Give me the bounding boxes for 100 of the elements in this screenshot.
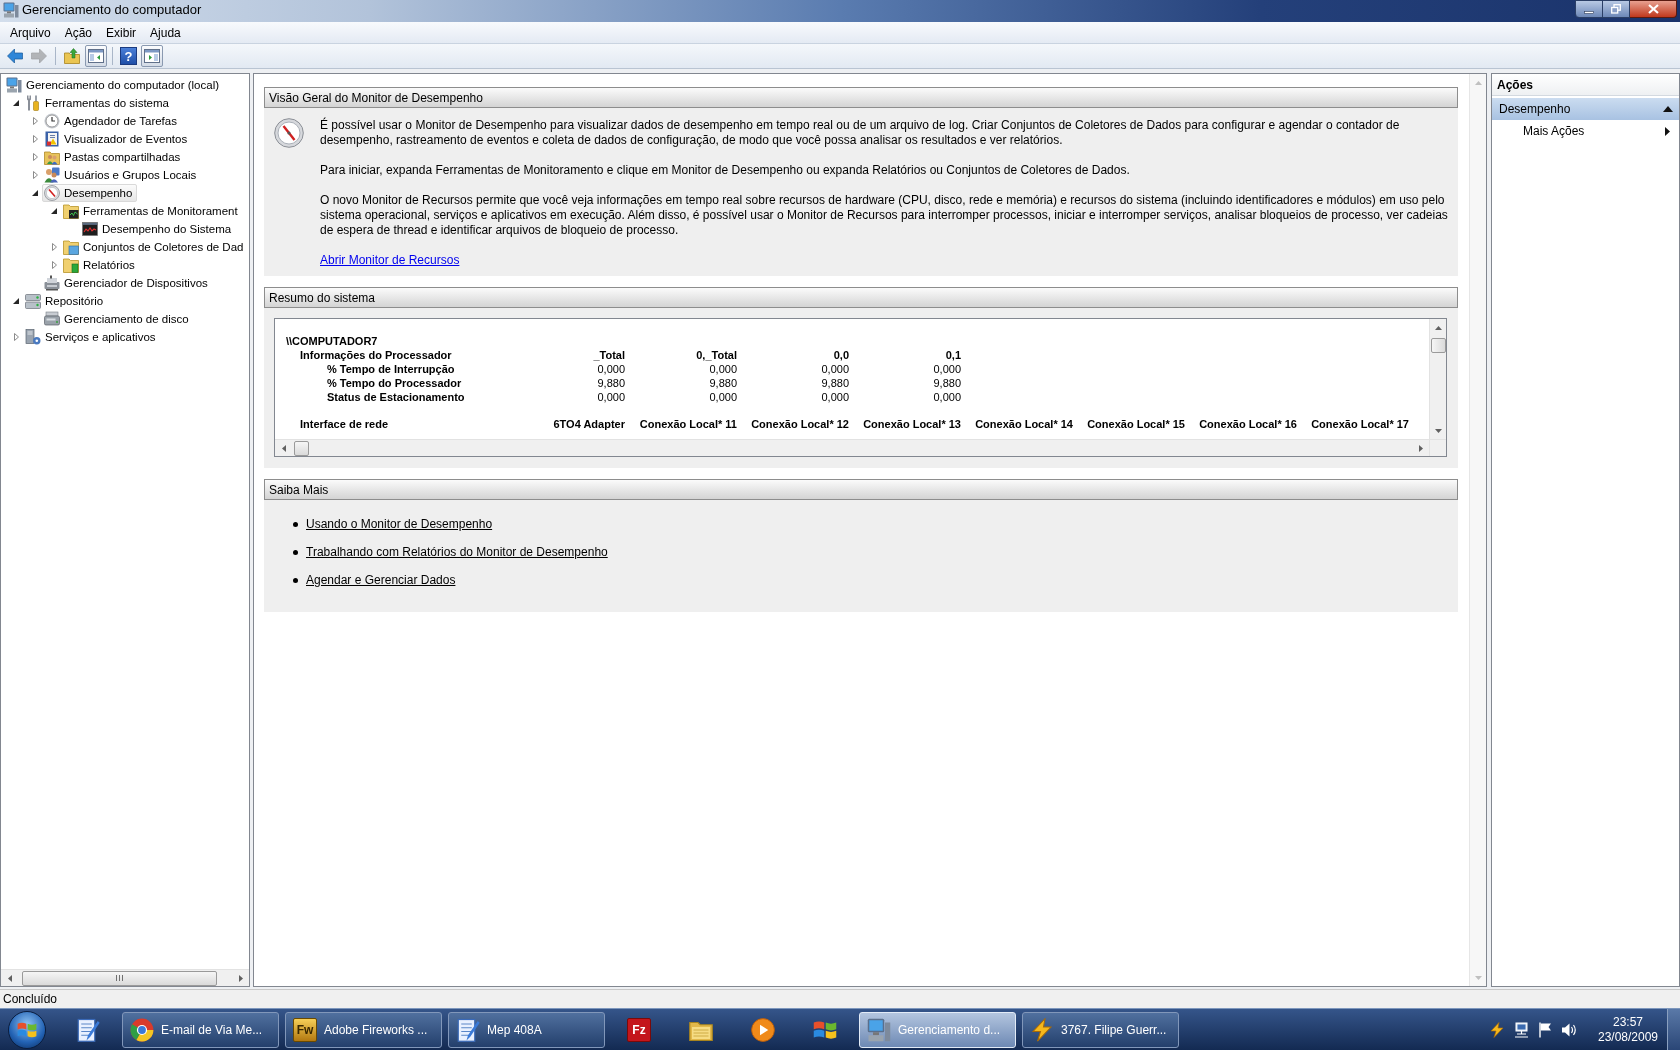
tree-item[interactable]: Serviços e aplicativos — [23, 328, 161, 346]
status-text: Concluído — [3, 991, 58, 1008]
close-icon — [1647, 4, 1659, 14]
menu-item[interactable]: Arquivo — [3, 22, 58, 43]
column-header: 0,1 — [945, 348, 961, 362]
printer-icon — [44, 275, 60, 291]
computer-icon — [867, 1017, 891, 1042]
action-pane-button[interactable] — [141, 45, 163, 67]
expand-arrow-icon[interactable] — [32, 153, 38, 161]
network-icon[interactable] — [1513, 1021, 1529, 1038]
clock-date: 23/08/2009 — [1597, 1029, 1659, 1045]
paragraph: Para iniciar, expanda Ferramentas de Monitoramento e clique em Monitor de Desempenho ou expanda Relatórios ou Conjuntos de Coletores de Dados. — [320, 163, 1131, 178]
expand-arrow-icon[interactable] — [32, 135, 38, 143]
column-header: Conexão Local* 12 — [751, 417, 849, 431]
down-arrow-icon — [1475, 975, 1482, 980]
table-cell: 9,880 — [933, 376, 961, 390]
tree-item[interactable]: Pastas compartilhadas — [42, 148, 186, 166]
taskbar-button[interactable]: 3767. Filipe Guerr... — [1022, 1011, 1179, 1048]
tree-item[interactable]: Gerenciador de Dispositivos — [42, 274, 213, 292]
column-header: 6TO4 Adapter — [553, 417, 625, 431]
table-cell: 0,000 — [597, 362, 625, 376]
link[interactable]: Abrir Monitor de Recursos — [320, 253, 460, 268]
tree-item[interactable]: Ferramentas do sistema — [23, 94, 174, 112]
tree-item[interactable]: Usuários e Grupos Locais — [42, 166, 202, 184]
table-cell: 0,000 — [933, 390, 961, 404]
speaker-icon[interactable] — [1561, 1021, 1577, 1038]
show-desktop-button[interactable] — [1667, 1009, 1680, 1050]
collapse-arrow-icon[interactable] — [13, 100, 19, 106]
expand-arrow-icon[interactable] — [51, 261, 57, 269]
restore-button[interactable] — [1603, 0, 1630, 18]
gauge-icon — [44, 185, 60, 201]
row-label: % Tempo do Processador — [327, 376, 462, 390]
menu-item[interactable]: Ajuda — [143, 22, 188, 43]
close-button[interactable] — [1630, 0, 1677, 18]
column-header: Conexão Local* 14 — [975, 417, 1073, 431]
tree-item[interactable]: Relatórios — [61, 256, 140, 274]
collapse-arrow-icon[interactable] — [51, 208, 57, 214]
taskbar-button[interactable]: Fw Adobe Fireworks ... — [285, 1011, 442, 1048]
expand-arrow-icon[interactable] — [32, 171, 38, 179]
computer-name: \\COMPUTADOR7 — [286, 334, 378, 348]
tree-item[interactable]: Desempenho do Sistema — [80, 220, 237, 238]
tree-item[interactable]: Visualizador de Eventos — [42, 130, 193, 148]
up-arrow-icon — [1475, 80, 1482, 85]
tree-item[interactable]: Gerenciamento de disco — [42, 310, 194, 328]
link[interactable]: Trabalhando com Relatórios do Monitor de Desempenho — [306, 545, 608, 560]
tree-item[interactable]: Conjuntos de Coletores de Dad — [61, 238, 249, 256]
column-header: 0,0 — [833, 348, 849, 362]
collapse-arrow-icon[interactable] — [13, 298, 19, 304]
folder-icon — [63, 239, 79, 255]
scrollbar-thumb[interactable] — [1430, 338, 1446, 353]
action-group-header[interactable]: Desempenho — [1492, 98, 1679, 120]
menu-item[interactable]: Exibir — [99, 22, 144, 43]
menu-item[interactable]: Ação — [57, 22, 100, 43]
minimize-icon — [1584, 10, 1594, 14]
help-button[interactable]: ? — [120, 47, 137, 65]
down-arrow-icon — [1435, 428, 1442, 433]
notepad-icon — [76, 1017, 100, 1042]
tree-item[interactable]: Gerenciamento do computador (local) — [4, 76, 225, 94]
tree-item[interactable]: Agendador de Tarefas — [42, 112, 182, 130]
taskbar-button[interactable]: Fz — [611, 1011, 667, 1048]
bullet-icon — [293, 522, 298, 527]
expand-arrow-icon[interactable] — [51, 243, 57, 251]
expand-arrow-icon[interactable] — [13, 333, 19, 341]
users-icon — [44, 167, 60, 183]
server-gear-icon — [25, 329, 41, 345]
tools-icon — [25, 95, 41, 111]
tree-item[interactable]: Desempenho — [42, 184, 138, 202]
flag-icon[interactable] — [1537, 1021, 1553, 1038]
link[interactable]: Agendar e Gerenciar Dados — [306, 573, 456, 588]
taskbar-button[interactable]: Mep 408A — [448, 1011, 605, 1048]
expand-arrow-icon[interactable] — [32, 117, 38, 125]
group-label: Interface de rede — [300, 417, 389, 431]
lightning-icon[interactable] — [1489, 1021, 1505, 1038]
table-cell: 9,880 — [821, 376, 849, 390]
column-header: Conexão Local* 13 — [863, 417, 961, 431]
right-arrow-icon — [1418, 444, 1423, 452]
shared-folder-icon — [44, 149, 60, 165]
tree-item[interactable]: Ferramentas de Monitorament — [61, 202, 243, 220]
panel-icon — [144, 48, 160, 64]
link[interactable]: Usando o Monitor de Desempenho — [306, 517, 493, 532]
column-header: Conexão Local* 11 — [639, 417, 737, 431]
action-item[interactable]: Mais Ações — [1492, 120, 1679, 142]
scrollbar-thumb[interactable] — [22, 970, 217, 986]
right-arrow-icon — [238, 974, 243, 982]
up-button[interactable] — [61, 45, 83, 67]
taskbar-button[interactable]: E-mail de Via Me... — [122, 1011, 279, 1048]
table-cell: 0,000 — [821, 362, 849, 376]
collapse-arrow-icon[interactable] — [32, 190, 38, 196]
scrollbar-thumb[interactable] — [294, 440, 309, 456]
pane-title: Ações — [1497, 76, 1534, 94]
section-header: Visão Geral do Monitor de Desempenho — [264, 87, 1458, 108]
table-cell: 0,000 — [597, 390, 625, 404]
tree-toggle-button[interactable] — [85, 45, 107, 67]
line-chart-icon — [82, 221, 98, 237]
app-logo: Fw — [293, 1017, 317, 1042]
tree-item[interactable]: Repositório — [23, 292, 109, 310]
left-arrow-icon — [7, 974, 12, 982]
section-header: Saiba Mais — [264, 479, 1458, 500]
start-button[interactable] — [8, 1010, 46, 1049]
minimize-button[interactable] — [1575, 0, 1603, 18]
